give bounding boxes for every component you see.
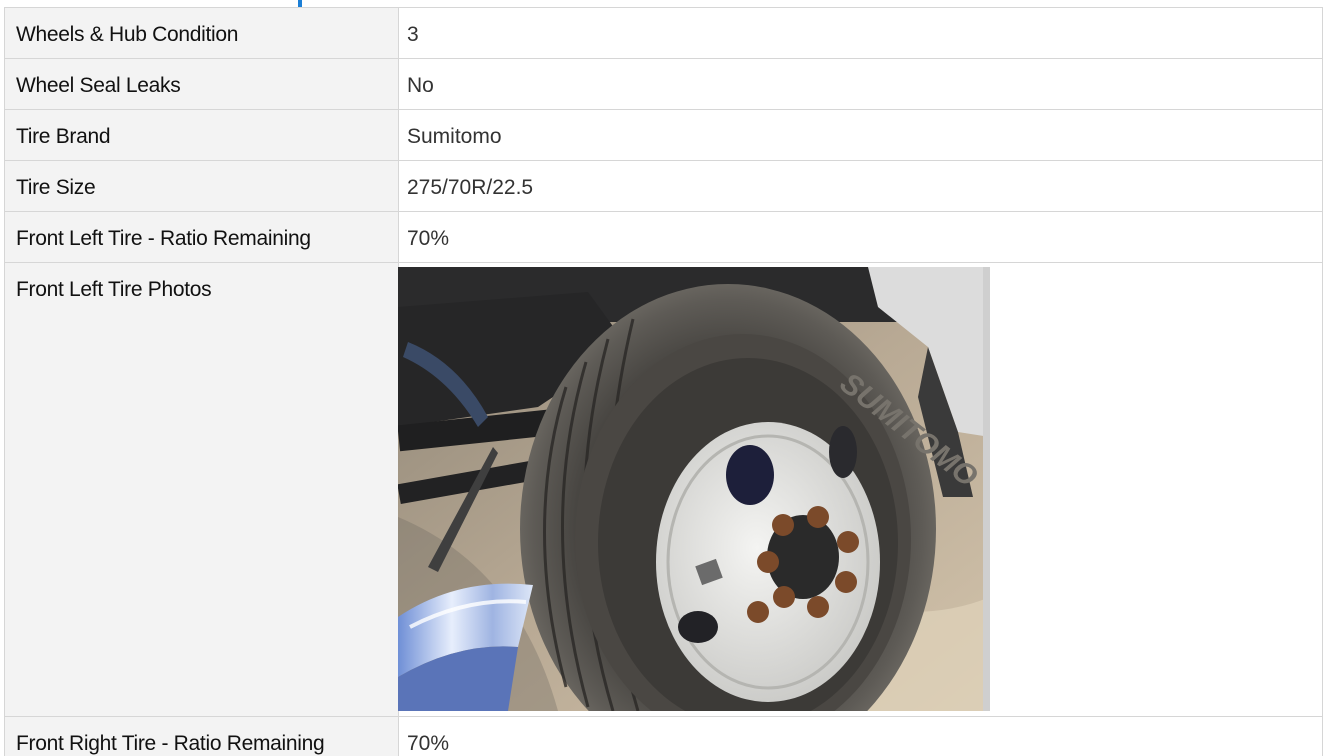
row-label: Tire Brand [4, 109, 399, 161]
table-row: Tire Size 275/70R/22.5 [4, 160, 1323, 212]
row-label: Front Left Tire - Ratio Remaining [4, 211, 399, 263]
row-value: Sumitomo [398, 109, 1323, 161]
table-row: Wheels & Hub Condition 3 [4, 7, 1323, 59]
row-label: Front Right Tire - Ratio Remaining [4, 716, 399, 756]
table-row: Front Left Tire - Ratio Remaining 70% [4, 211, 1323, 263]
tire-inspection-table: Wheels & Hub Condition 3 Wheel Seal Leak… [4, 7, 1323, 756]
inspection-report-page: Wheels & Hub Condition 3 Wheel Seal Leak… [0, 0, 1324, 756]
row-label: Wheels & Hub Condition [4, 7, 399, 59]
row-value: 3 [398, 7, 1323, 59]
row-label: Wheel Seal Leaks [4, 58, 399, 110]
table-row: Front Right Tire - Ratio Remaining 70% [4, 716, 1323, 756]
table-row: Front Left Tire Photos SUMITOMO [4, 262, 1323, 717]
row-label: Tire Size [4, 160, 399, 212]
photo-cell: SUMITOMO [398, 262, 1323, 717]
row-value: 70% [398, 211, 1323, 263]
row-value: 70% [398, 716, 1323, 756]
table-row: Tire Brand Sumitomo [4, 109, 1323, 161]
row-value: 275/70R/22.5 [398, 160, 1323, 212]
front-left-tire-photo[interactable]: SUMITOMO [398, 267, 990, 711]
row-value: No [398, 58, 1323, 110]
row-label: Front Left Tire Photos [4, 262, 399, 717]
section-accent-bar [298, 0, 302, 7]
table-row: Wheel Seal Leaks No [4, 58, 1323, 110]
